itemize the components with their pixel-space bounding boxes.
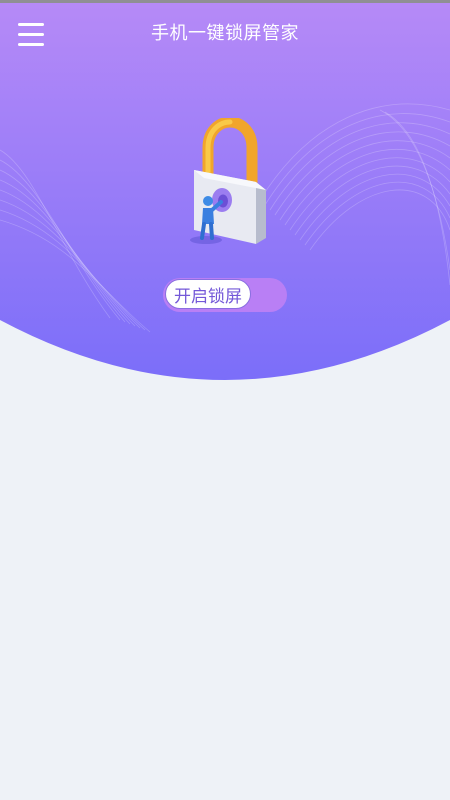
app-title: 手机一键锁屏管家 xyxy=(151,23,299,44)
padlock-with-person-icon xyxy=(178,116,278,253)
lock-screen-toggle-label: 开启锁屏 xyxy=(174,286,242,307)
top-status-line xyxy=(0,0,450,3)
lock-screen-toggle-knob: 开启锁屏 xyxy=(165,279,251,309)
lock-screen-toggle[interactable]: 开启锁屏 xyxy=(163,278,287,312)
